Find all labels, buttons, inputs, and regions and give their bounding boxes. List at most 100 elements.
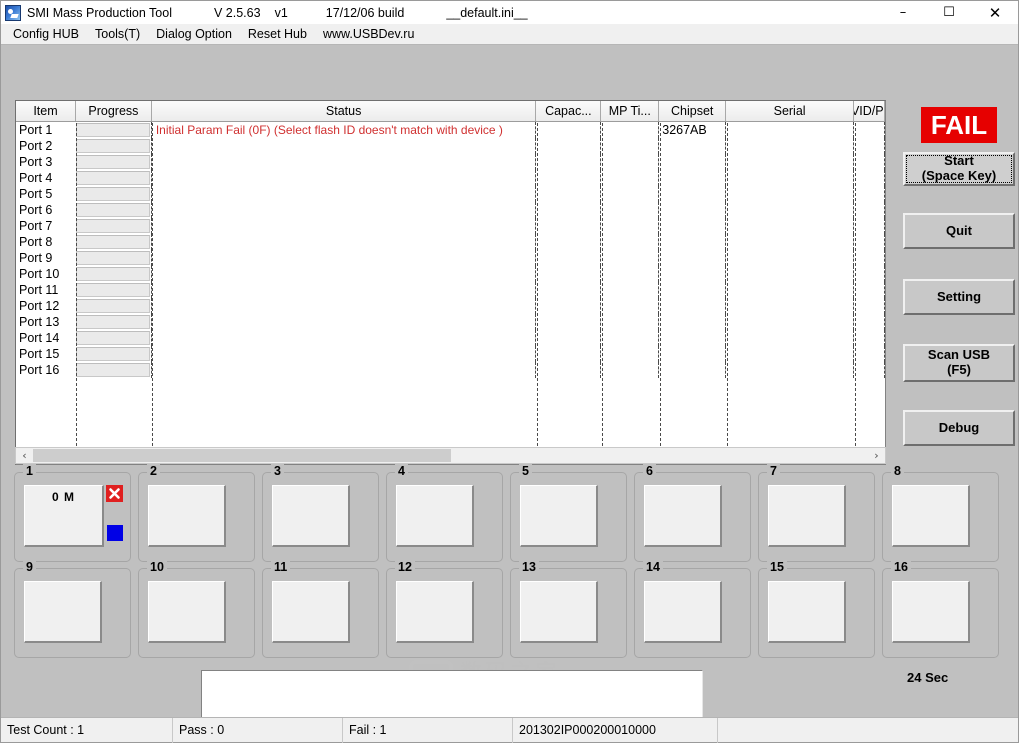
device-slot-number: 9 (23, 560, 36, 574)
device-slot-13[interactable]: 13 (510, 560, 627, 658)
window-version: V 2.5.63 (213, 5, 261, 20)
device-slot-15[interactable]: 15 (758, 560, 875, 658)
table-cell-progress (75, 346, 152, 362)
scrollbar-track[interactable] (33, 448, 868, 463)
column-separator (152, 123, 153, 464)
table-column-header-vid-pi[interactable]: VID/PI (854, 101, 885, 121)
table-cell-status (152, 138, 537, 154)
table-row[interactable]: Port 11 (16, 282, 885, 298)
device-slot-2[interactable]: 2 (138, 464, 255, 562)
table-row[interactable]: Port 8 (16, 234, 885, 250)
table-row[interactable]: Port 15 (16, 346, 885, 362)
device-slot-8[interactable]: 8 (882, 464, 999, 562)
table-cell-capacity (536, 250, 602, 266)
table-row[interactable]: Port 9 (16, 250, 885, 266)
table-cell-mp_time (601, 282, 660, 298)
device-slot-7[interactable]: 7 (758, 464, 875, 562)
close-icon[interactable]: ✕ (972, 1, 1018, 24)
device-slot-12[interactable]: 12 (386, 560, 503, 658)
device-slot-display (768, 581, 846, 643)
menu-item-usbdev-link[interactable]: www.USBDev.ru (315, 25, 422, 43)
table-cell-serial (726, 266, 855, 282)
table-row[interactable]: Port 14 (16, 330, 885, 346)
table-cell-mp_time (601, 362, 660, 378)
device-slot-14[interactable]: 14 (634, 560, 751, 658)
table-cell-status (152, 282, 537, 298)
table-row[interactable]: Port 13 (16, 314, 885, 330)
table-row[interactable]: Port 12 (16, 298, 885, 314)
table-row[interactable]: Port 7 (16, 218, 885, 234)
minimize-icon[interactable]: – (880, 1, 926, 24)
device-slot-display (892, 485, 970, 547)
table-cell-serial (726, 314, 855, 330)
device-slot-display (520, 581, 598, 643)
setting-button[interactable]: Setting (903, 279, 1015, 315)
table-row[interactable]: Port 6 (16, 202, 885, 218)
quit-button[interactable]: Quit (903, 213, 1015, 249)
menu-item-config-hub[interactable]: Config HUB (5, 25, 87, 43)
table-column-header-item[interactable]: Item (16, 101, 76, 121)
table-cell-serial (726, 154, 855, 170)
device-slot-number: 12 (395, 560, 415, 574)
table-cell-vid_pid (854, 170, 885, 186)
table-column-header-serial[interactable]: Serial (726, 101, 855, 121)
table-cell-chipset (659, 330, 727, 346)
device-slot-16[interactable]: 16 (882, 560, 999, 658)
table-horizontal-scrollbar[interactable]: ‹ › (15, 447, 886, 464)
table-cell-chipset (659, 138, 727, 154)
device-slot-row-1: 1 0 M 2 3 4 5 6 7 8 (14, 464, 1014, 562)
table-cell-chipset (659, 282, 727, 298)
table-cell-serial (726, 218, 855, 234)
table-column-header-progress[interactable]: Progress (75, 101, 152, 121)
scroll-right-icon[interactable]: › (868, 448, 885, 463)
table-cell-item: Port 3 (19, 155, 53, 169)
table-row[interactable]: Port 10 (16, 266, 885, 282)
menu-item-reset-hub[interactable]: Reset Hub (240, 25, 315, 43)
menu-item-dialog-option[interactable]: Dialog Option (148, 25, 240, 43)
status-test-count: Test Count : 1 (1, 717, 173, 743)
device-slot-display (272, 581, 350, 643)
device-slot-number: 14 (643, 560, 663, 574)
device-slot-3[interactable]: 3 (262, 464, 379, 562)
table-cell-vid_pid (854, 234, 885, 250)
device-slot-9[interactable]: 9 (14, 560, 131, 658)
table-cell-status (152, 202, 537, 218)
table-row[interactable]: Port 16 (16, 362, 885, 378)
table-cell-progress (75, 138, 152, 154)
table-cell-vid_pid (854, 314, 885, 330)
debug-button[interactable]: Debug (903, 410, 1015, 446)
scroll-left-icon[interactable]: ‹ (16, 448, 33, 463)
scan-usb-button-label: Scan USB (F5) (927, 347, 991, 377)
table-cell-capacity (536, 234, 602, 250)
table-row[interactable]: Port 4 (16, 170, 885, 186)
table-cell-chipset (659, 234, 727, 250)
device-slot-6[interactable]: 6 (634, 464, 751, 562)
device-slot-4[interactable]: 4 (386, 464, 503, 562)
maximize-icon[interactable]: ☐ (926, 1, 972, 24)
start-button[interactable]: Start (Space Key) (903, 152, 1015, 186)
status-fail: Fail : 1 (343, 717, 513, 743)
table-row[interactable]: Port 1 Initial Param Fail (0F) (Select fl… (16, 122, 885, 138)
device-slot-10[interactable]: 10 (138, 560, 255, 658)
table-row[interactable]: Port 2 (16, 138, 885, 154)
device-slot-5[interactable]: 5 (510, 464, 627, 562)
device-slot-display (272, 485, 350, 547)
progress-bar (75, 203, 150, 217)
table-column-header-mp-ti[interactable]: MP Ti... (601, 101, 660, 121)
table-cell-status (152, 154, 537, 170)
table-cell-item: Port 15 (19, 347, 60, 361)
port-table[interactable]: Item Progress Status Capac... MP Ti... Chipse… (15, 100, 886, 465)
table-cell-vid_pid (854, 282, 885, 298)
table-column-header-capac[interactable]: Capac... (536, 101, 602, 121)
table-cell-serial (726, 202, 855, 218)
table-column-header-status[interactable]: Status (151, 101, 537, 121)
device-slot-1[interactable]: 1 0 M (14, 464, 131, 562)
table-cell-chipset (659, 154, 727, 170)
table-column-header-chipset[interactable]: Chipset (659, 101, 727, 121)
scrollbar-thumb[interactable] (33, 449, 451, 462)
device-slot-11[interactable]: 11 (262, 560, 379, 658)
table-row[interactable]: Port 5 (16, 186, 885, 202)
scan-usb-button[interactable]: Scan USB (F5) (903, 344, 1015, 382)
menu-item-tools[interactable]: Tools(T) (87, 25, 148, 43)
table-row[interactable]: Port 3 (16, 154, 885, 170)
